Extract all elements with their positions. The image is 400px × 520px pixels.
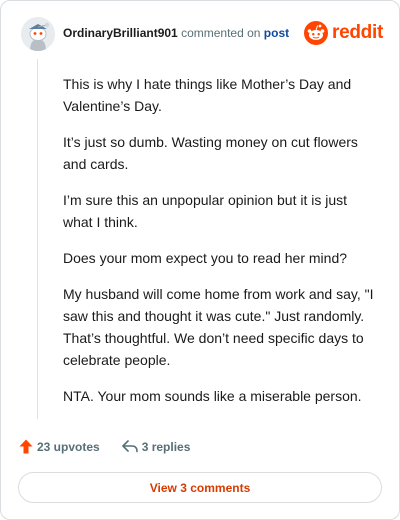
commented-on-text: commented on: [181, 26, 261, 40]
comment-actions: 23 upvotes 3 replies: [19, 439, 190, 454]
post-link[interactable]: post: [264, 26, 289, 40]
replies-button[interactable]: 3 replies: [121, 439, 191, 454]
upvote-button[interactable]: 23 upvotes: [19, 439, 100, 454]
reddit-logo[interactable]: reddit: [304, 21, 383, 45]
view-comments-button[interactable]: View 3 comments: [18, 472, 382, 503]
username-link[interactable]: OrdinaryBrilliant901: [63, 26, 178, 40]
user-avatar[interactable]: [21, 17, 55, 51]
upvote-arrow-icon: [19, 439, 33, 454]
reddit-wordmark: reddit: [332, 22, 383, 43]
comment-paragraph: Does your mom expect you to read her min…: [63, 250, 348, 266]
snoo-avatar-icon: [21, 17, 55, 51]
reddit-alien-icon: [304, 21, 329, 45]
comment-paragraph: My husband will come home from work and …: [63, 286, 374, 368]
comment-paragraph: NTA. Your mom sounds like a miserable pe…: [63, 388, 362, 404]
comment-card: OrdinaryBrilliant901 commented on post r…: [0, 0, 400, 520]
comment-body: This is why I hate things like Mother’s …: [63, 73, 378, 421]
comment-paragraph: It’s just so dumb. Wasting money on cut …: [63, 134, 358, 172]
comment-paragraph: This is why I hate things like Mother’s …: [63, 76, 352, 114]
reply-arrow-icon: [121, 440, 138, 453]
upvote-count: 23 upvotes: [37, 439, 100, 454]
reply-count: 3 replies: [141, 439, 191, 454]
comment-header: OrdinaryBrilliant901 commented on post: [63, 26, 289, 40]
thread-line[interactable]: [37, 59, 38, 419]
comment-paragraph: I’m sure this an unpopular opinion but i…: [63, 192, 348, 230]
